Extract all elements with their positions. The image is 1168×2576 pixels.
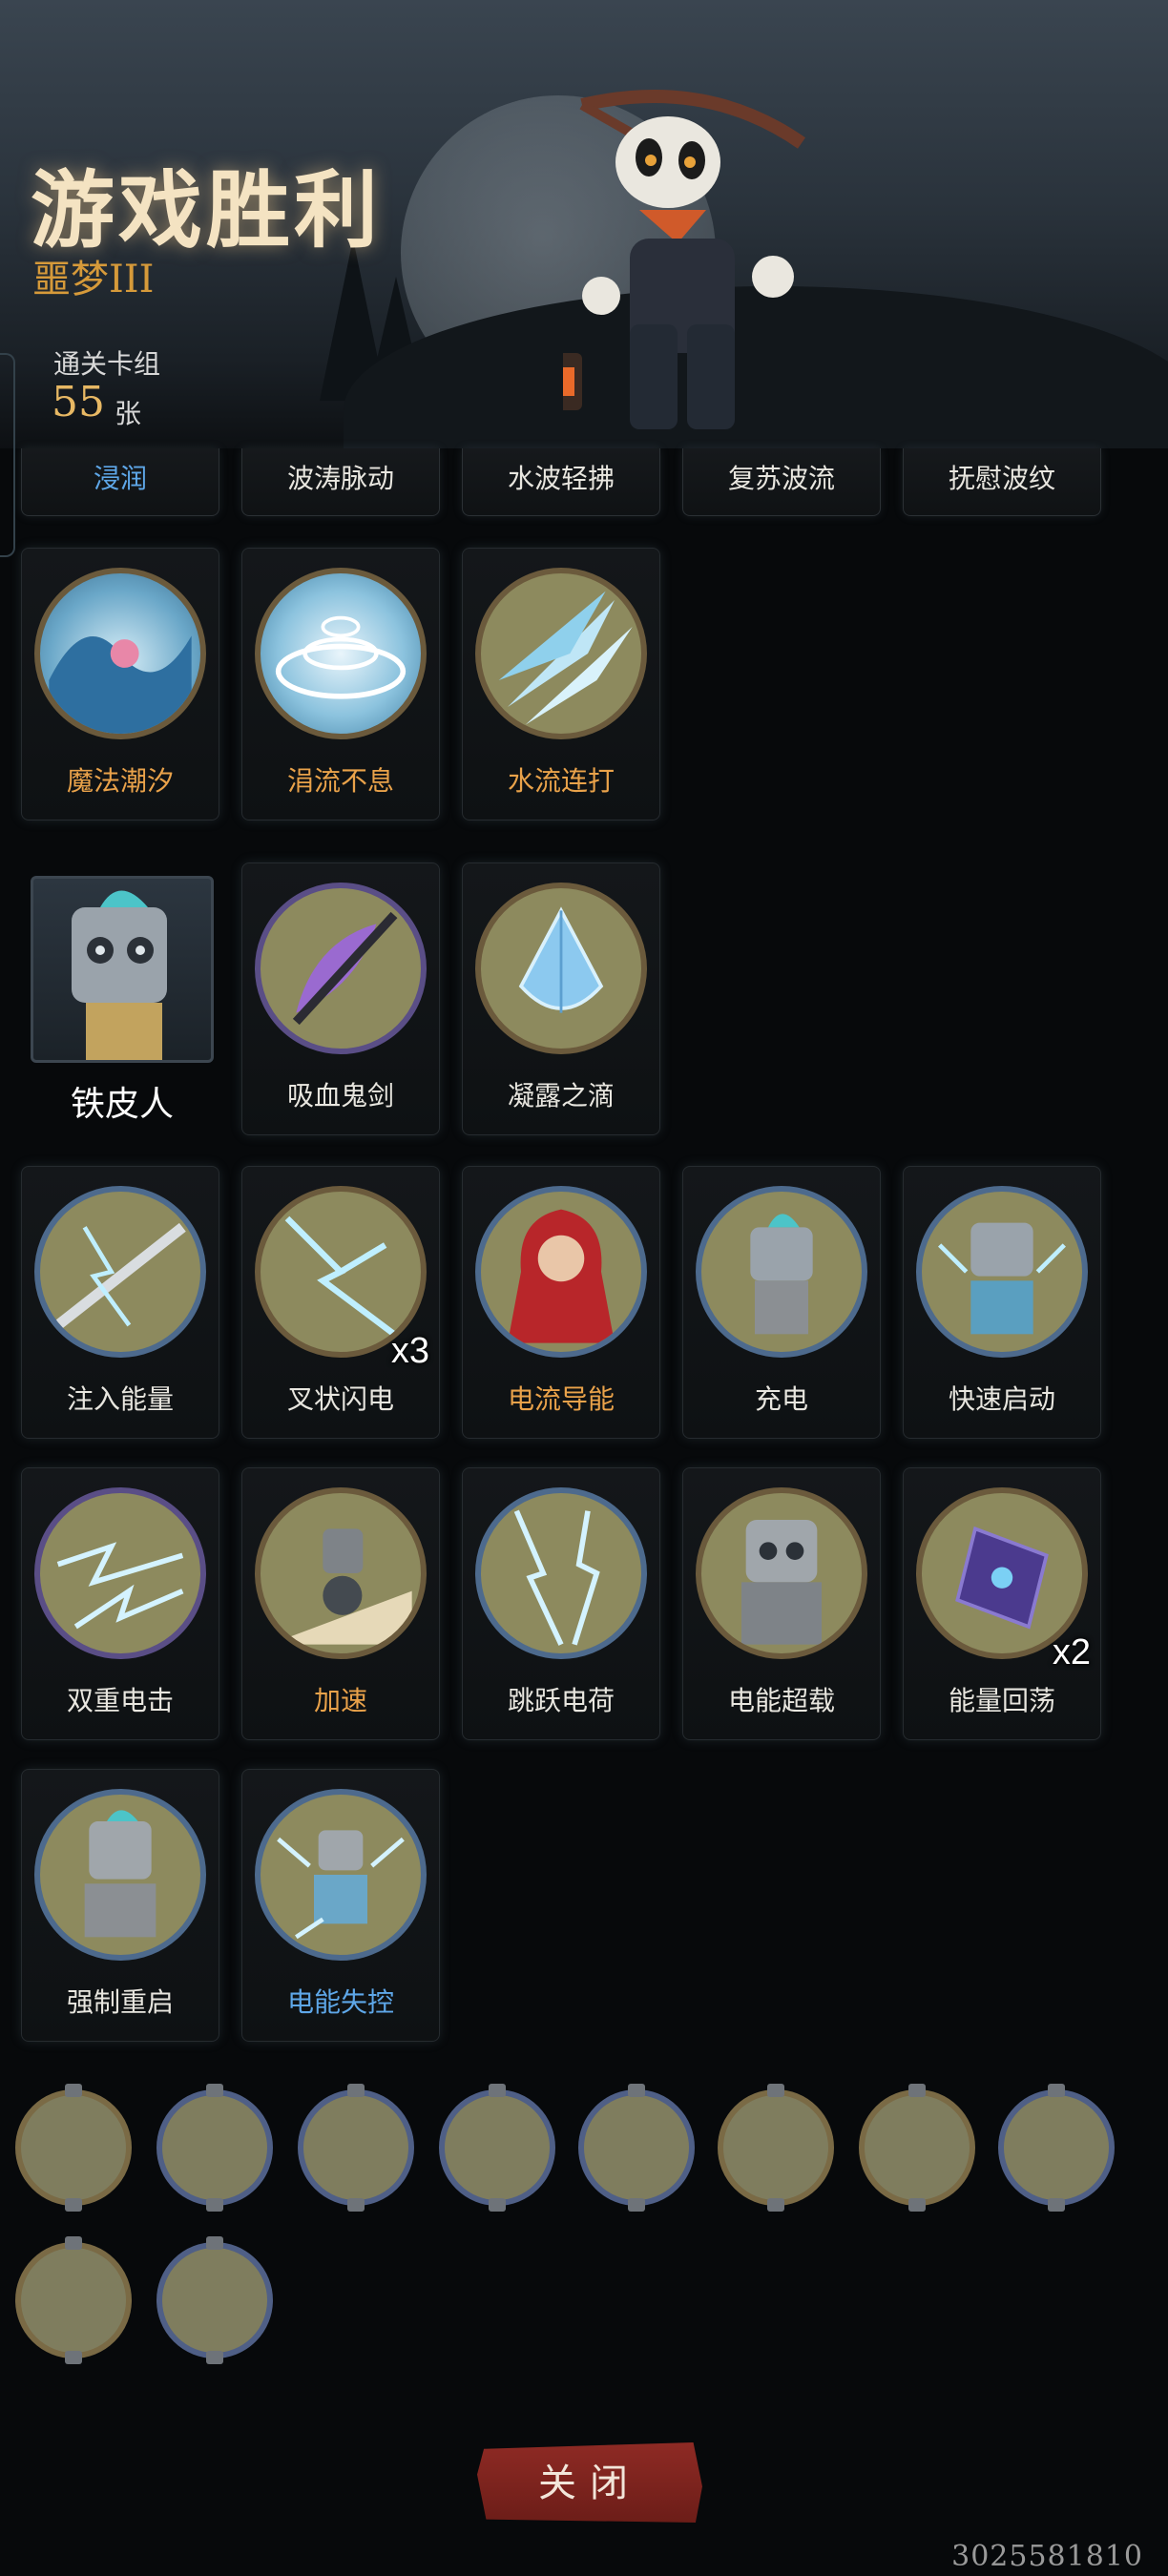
card-multiplier: x3 xyxy=(390,1331,429,1371)
robot-charge-icon xyxy=(696,1186,867,1358)
character-portrait[interactable] xyxy=(31,876,214,1063)
card-label: 能量回荡 xyxy=(948,1685,1055,1716)
charged-sword-icon xyxy=(34,1186,206,1358)
card[interactable]: 凝露之滴 xyxy=(462,862,660,1135)
card-label: 注入能量 xyxy=(66,1383,174,1415)
whirlpool-icon xyxy=(255,568,427,739)
card[interactable]: x3 叉状闪电 xyxy=(241,1166,440,1439)
white-cat-companion-icon[interactable] xyxy=(298,2084,414,2212)
vampire-sword-icon xyxy=(255,883,427,1054)
card-label: 电能失控 xyxy=(286,1986,394,2018)
card[interactable]: 水波轻拂 xyxy=(462,448,660,516)
difficulty-label: 噩梦III xyxy=(32,258,155,301)
card[interactable]: 魔法潮汐 xyxy=(21,548,219,821)
card[interactable]: 波涛脉动 xyxy=(241,448,440,516)
card[interactable]: 加速 xyxy=(241,1467,440,1740)
card-label: 抚慰波纹 xyxy=(948,463,1055,494)
card-label: 电能超载 xyxy=(727,1685,835,1716)
card-label: 充电 xyxy=(754,1383,808,1415)
card-multiplier: x2 xyxy=(1052,1632,1091,1672)
deck-unit: 张 xyxy=(115,398,142,429)
card-label: 加速 xyxy=(313,1685,367,1716)
deck-label: 通关卡组 xyxy=(53,348,161,380)
rushing-robot-icon xyxy=(255,1487,427,1659)
card[interactable]: 抚慰波纹 xyxy=(903,448,1101,516)
card[interactable]: 浸润 xyxy=(21,448,219,516)
card-label: 快速启动 xyxy=(948,1383,1055,1415)
card[interactable]: 电能失控 xyxy=(241,1769,440,2042)
overload-robot-icon xyxy=(696,1487,867,1659)
card[interactable]: 复苏波流 xyxy=(682,448,881,516)
card-label: 魔法潮汐 xyxy=(66,765,174,797)
badger-hero-illustration xyxy=(563,90,806,429)
card[interactable]: 电流导能 xyxy=(462,1166,660,1439)
card[interactable]: 注入能量 xyxy=(21,1166,219,1439)
character-name: 铁皮人 xyxy=(70,1085,174,1124)
card-label: 水流连打 xyxy=(507,765,615,797)
card-label: 叉状闪电 xyxy=(286,1383,394,1415)
shadow-beast-companion-icon[interactable] xyxy=(859,2084,975,2212)
card[interactable]: 双重电击 xyxy=(21,1467,219,1740)
water-spikes-icon xyxy=(475,568,647,739)
victory-banner: 游戏胜利 噩梦III 通关卡组 55 张 xyxy=(0,0,1168,448)
double-shock-icon xyxy=(34,1487,206,1659)
page-title: 游戏胜利 xyxy=(31,160,383,260)
card-label: 水波轻拂 xyxy=(507,463,615,494)
wave-mermaid-icon xyxy=(34,568,206,739)
card-label: 电流导能 xyxy=(507,1383,615,1415)
card[interactable]: 涓流不息 xyxy=(241,548,440,821)
card[interactable]: x2 能量回荡 xyxy=(903,1467,1101,1740)
red-hood-girl-icon xyxy=(475,1186,647,1358)
wolf-companion-icon[interactable] xyxy=(439,2084,555,2212)
card-label: 双重电击 xyxy=(66,1685,174,1716)
close-button[interactable]: 关闭 xyxy=(477,2442,702,2523)
card-label: 凝露之滴 xyxy=(507,1080,615,1111)
tin-robot-portrait xyxy=(72,890,167,1060)
card[interactable]: 快速启动 xyxy=(903,1166,1101,1439)
card[interactable]: 强制重启 xyxy=(21,1769,219,2042)
jumping-charge-icon xyxy=(475,1487,647,1659)
robot-reboot-icon xyxy=(34,1789,206,1961)
card-label: 吸血鬼剑 xyxy=(286,1080,394,1111)
card-label: 跳跃电荷 xyxy=(507,1685,615,1716)
crystal-drop-icon xyxy=(475,883,647,1054)
deck-count: 55 xyxy=(52,378,105,426)
crow-companion-icon[interactable] xyxy=(578,2084,695,2212)
card-label: 浸润 xyxy=(93,463,147,494)
robot-runaway-icon xyxy=(255,1789,427,1961)
raccoon-companion-icon[interactable] xyxy=(156,2236,273,2364)
card[interactable]: 充电 xyxy=(682,1166,881,1439)
card-label: 复苏波流 xyxy=(727,463,835,494)
knight-companion-icon[interactable] xyxy=(156,2084,273,2212)
card[interactable]: 电能超载 xyxy=(682,1467,881,1740)
card[interactable]: 水流连打 xyxy=(462,548,660,821)
card[interactable]: 跳跃电荷 xyxy=(462,1467,660,1740)
mermaid-companion-icon[interactable] xyxy=(718,2084,834,2212)
card-label: 涓流不息 xyxy=(286,765,394,797)
spark-beast-companion-icon[interactable] xyxy=(15,2236,132,2364)
card-label: 波涛脉动 xyxy=(286,463,394,494)
card[interactable]: 吸血鬼剑 xyxy=(241,862,440,1135)
pug-companion-icon[interactable] xyxy=(998,2084,1115,2212)
card-label: 强制重启 xyxy=(66,1986,174,2018)
deer-companion-icon[interactable] xyxy=(15,2084,132,2212)
side-scroll-indicator xyxy=(0,353,15,557)
robot-quickstart-icon xyxy=(916,1186,1088,1358)
player-uid: 3025581810 xyxy=(951,2540,1143,2573)
